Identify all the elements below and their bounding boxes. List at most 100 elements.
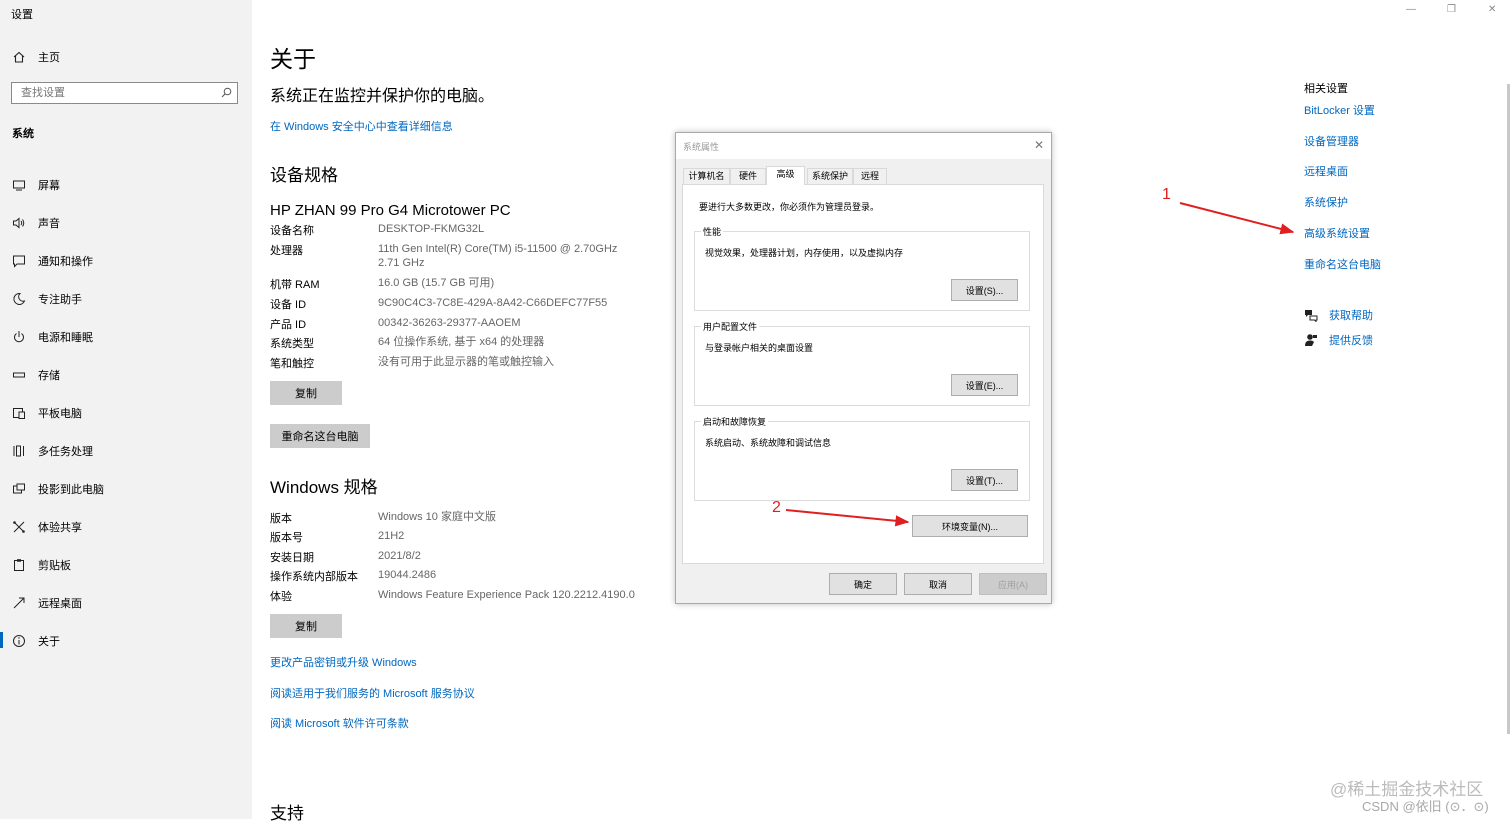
- dialog-close-icon[interactable]: ✕: [1034, 138, 1044, 152]
- rename-pc-button[interactable]: 重命名这台电脑: [270, 424, 370, 448]
- info-icon: [12, 634, 26, 648]
- sidebar-item-label: 远程桌面: [38, 598, 82, 610]
- sidebar-item-shared[interactable]: 体验共享: [0, 508, 252, 546]
- sidebar-item-label: 电源和睡眠: [38, 332, 93, 344]
- spec-value: Windows 10 家庭中文版: [378, 511, 496, 523]
- performance-settings-button[interactable]: 设置(S)...: [951, 279, 1018, 301]
- spec-key: 设备 ID: [270, 299, 307, 311]
- sidebar-item-power[interactable]: 电源和睡眠: [0, 318, 252, 356]
- spec-key: 设备名称: [270, 225, 314, 237]
- home-icon: [12, 50, 26, 64]
- copy-windows-specs-button[interactable]: 复制: [270, 614, 342, 638]
- sidebar-item-focus[interactable]: 专注助手: [0, 280, 252, 318]
- tab-hardware[interactable]: 硬件: [730, 168, 766, 184]
- license-terms-link[interactable]: 阅读 Microsoft 软件许可条款: [270, 715, 409, 731]
- sidebar-item-label: 多任务处理: [38, 446, 93, 458]
- annotation-number-1: 1: [1162, 186, 1171, 203]
- spec-value: 9C90C4C3-7C8E-429A-8A42-C66DEFC77F55: [378, 297, 608, 309]
- cancel-button[interactable]: 取消: [904, 573, 972, 595]
- notification-icon: [12, 254, 26, 268]
- spec-key: 系统类型: [270, 338, 314, 350]
- user-profiles-settings-button[interactable]: 设置(E)...: [951, 374, 1018, 396]
- dialog-titlebar: 系统属性 ✕: [676, 133, 1051, 159]
- sidebar-item-multitasking[interactable]: 多任务处理: [0, 432, 252, 470]
- device-manager-link[interactable]: 设备管理器: [1304, 133, 1359, 149]
- performance-group: 性能 视觉效果，处理器计划，内存使用，以及虚拟内存 设置(S)...: [694, 225, 1030, 311]
- tab-advanced[interactable]: 高级: [766, 166, 805, 185]
- apply-button[interactable]: 应用(A): [979, 573, 1047, 595]
- sidebar-item-remote-desktop[interactable]: 远程桌面: [0, 584, 252, 622]
- clipboard-icon: [12, 558, 26, 572]
- feedback-link[interactable]: 提供反馈: [1329, 332, 1373, 348]
- rename-pc-link[interactable]: 重命名这台电脑: [1304, 256, 1381, 272]
- remote-icon: [12, 596, 26, 610]
- help-chat-icon: [1305, 310, 1318, 322]
- section-label: 系统: [12, 128, 34, 140]
- spec-key: 操作系统内部版本: [270, 571, 358, 583]
- group-title: 性能: [701, 225, 724, 238]
- sidebar-item-home[interactable]: 主页: [0, 46, 252, 68]
- spec-value: Windows Feature Experience Pack 120.2212…: [378, 589, 635, 601]
- sidebar-item-storage[interactable]: 存储: [0, 356, 252, 394]
- spec-value: 16.0 GB (15.7 GB 可用): [378, 277, 495, 289]
- sidebar-item-label: 关于: [38, 636, 60, 648]
- device-model: HP ZHAN 99 Pro G4 Microtower PC: [270, 202, 511, 219]
- sidebar-item-label: 投影到此电脑: [38, 484, 104, 496]
- ok-button[interactable]: 确定: [829, 573, 897, 595]
- sidebar-item-label: 声音: [38, 218, 60, 230]
- group-description: 与登录帐户相关的桌面设置: [705, 343, 814, 353]
- startup-recovery-group: 启动和故障恢复 系统启动、系统故障和调试信息 设置(T)...: [694, 415, 1030, 501]
- spec-value: 19044.2486: [378, 569, 437, 581]
- search-input[interactable]: [12, 83, 211, 103]
- spec-value: 2.71 GHz: [378, 257, 425, 269]
- sidebar-item-about[interactable]: 关于: [0, 622, 252, 660]
- sidebar-item-sound[interactable]: 声音: [0, 204, 252, 242]
- service-agreement-link[interactable]: 阅读适用于我们服务的 Microsoft 服务协议: [270, 685, 475, 701]
- advanced-system-settings-link[interactable]: 高级系统设置: [1304, 225, 1370, 241]
- restore-icon[interactable]: ❐: [1447, 4, 1456, 15]
- spec-value: 00342-36263-29377-AAOEM: [378, 317, 521, 329]
- home-label: 主页: [38, 52, 60, 64]
- share-icon: [12, 520, 26, 534]
- get-help-link[interactable]: 获取帮助: [1329, 307, 1373, 323]
- get-help-row[interactable]: 获取帮助: [1304, 307, 1373, 323]
- spec-key: 安装日期: [270, 552, 314, 564]
- close-icon[interactable]: ✕: [1488, 4, 1496, 15]
- dialog-title: 系统属性: [683, 142, 720, 152]
- tab-remote[interactable]: 远程: [853, 168, 887, 184]
- upgrade-windows-link[interactable]: 更改产品密钥或升级 Windows: [270, 654, 417, 670]
- sidebar-item-label: 平板电脑: [38, 408, 82, 420]
- tablet-icon: [12, 406, 26, 420]
- minimize-icon[interactable]: —: [1406, 4, 1416, 15]
- group-description: 系统启动、系统故障和调试信息: [705, 438, 832, 448]
- sidebar-item-tablet[interactable]: 平板电脑: [0, 394, 252, 432]
- search-box[interactable]: [11, 82, 238, 104]
- remote-desktop-link[interactable]: 远程桌面: [1304, 163, 1348, 179]
- feedback-row[interactable]: 提供反馈: [1304, 332, 1373, 348]
- user-profiles-group: 用户配置文件 与登录帐户相关的桌面设置 设置(E)...: [694, 320, 1030, 406]
- sidebar-item-display[interactable]: 屏幕: [0, 166, 252, 204]
- tab-system-protection[interactable]: 系统保护: [807, 168, 853, 184]
- group-title: 用户配置文件: [701, 320, 760, 333]
- power-icon: [12, 330, 26, 344]
- monitor-icon: [12, 178, 26, 192]
- sidebar-item-clipboard[interactable]: 剪贴板: [0, 546, 252, 584]
- watermark-csdn: CSDN @依旧 (⊙．⊙): [1362, 799, 1489, 814]
- project-icon: [12, 482, 26, 496]
- spec-value: 64 位操作系统, 基于 x64 的处理器: [378, 336, 545, 348]
- bitlocker-link[interactable]: BitLocker 设置: [1304, 102, 1375, 118]
- copy-device-specs-button[interactable]: 复制: [270, 381, 342, 405]
- scrollbar[interactable]: [1507, 84, 1510, 734]
- advanced-tab-panel: 要进行大多数更改，你必须作为管理员登录。 性能 视觉效果，处理器计划，内存使用，…: [682, 184, 1044, 564]
- security-center-link[interactable]: 在 Windows 安全中心中查看详细信息: [270, 118, 453, 134]
- startup-recovery-settings-button[interactable]: 设置(T)...: [951, 469, 1018, 491]
- environment-variables-button[interactable]: 环境变量(N)...: [912, 515, 1028, 537]
- sidebar-item-label: 存储: [38, 370, 60, 382]
- group-title: 启动和故障恢复: [701, 415, 769, 428]
- sidebar-item-notifications[interactable]: 通知和操作: [0, 242, 252, 280]
- tab-computer-name[interactable]: 计算机名: [683, 168, 730, 184]
- spec-key: 版本: [270, 513, 292, 525]
- system-protection-link[interactable]: 系统保护: [1304, 194, 1348, 210]
- spec-value: 21H2: [378, 530, 405, 542]
- sidebar-item-project[interactable]: 投影到此电脑: [0, 470, 252, 508]
